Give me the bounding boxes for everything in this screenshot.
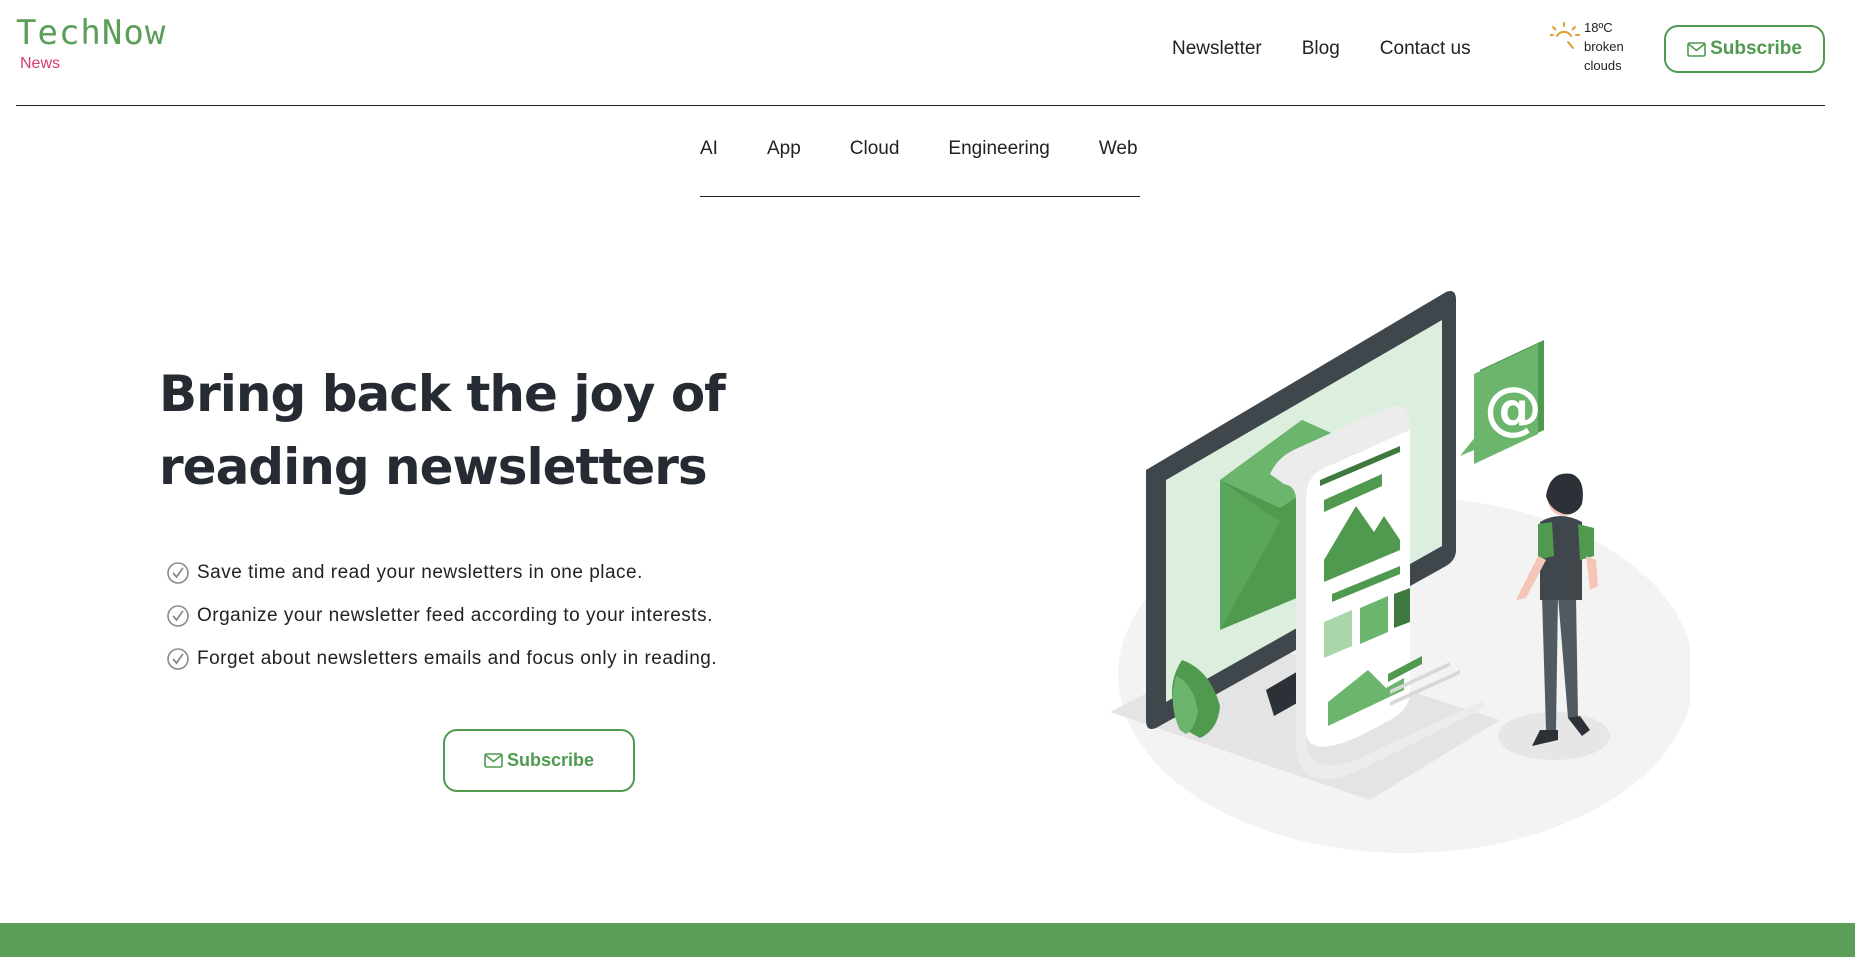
hero-subscribe-button[interactable]: Subscribe — [443, 729, 635, 792]
check-circle-icon — [167, 647, 189, 670]
tab-app[interactable]: App — [767, 138, 801, 196]
main-nav: Newsletter Blog Contact us — [1172, 38, 1471, 60]
logo-name: TechNow — [16, 13, 167, 53]
site-header: TechNow News Newsletter Blog Contact us — [16, 0, 1825, 106]
logo[interactable]: TechNow News — [16, 16, 166, 73]
feature-item: Save time and read your newsletters in o… — [166, 551, 717, 594]
envelope-icon — [484, 753, 503, 768]
tab-web[interactable]: Web — [1099, 138, 1138, 196]
header-subscribe-label: Subscribe — [1710, 38, 1802, 59]
weather-desc-1: broken — [1584, 39, 1624, 54]
feature-text: Organize your newsletter feed according … — [197, 604, 713, 626]
page: TechNow News Newsletter Blog Contact us — [0, 0, 1855, 957]
tab-engineering[interactable]: Engineering — [948, 138, 1049, 196]
weather-temp: 18ºC — [1584, 20, 1613, 35]
check-circle-icon — [167, 604, 189, 627]
weather-desc-2: clouds — [1584, 58, 1622, 73]
header-subscribe-button[interactable]: Subscribe — [1664, 25, 1825, 73]
tab-ai[interactable]: AI — [700, 138, 718, 196]
check-circle-icon — [167, 561, 189, 584]
weather-widget: 18ºC broken clouds — [1550, 18, 1624, 75]
feature-text: Forget about newsletters emails and focu… — [197, 647, 718, 669]
nav-blog[interactable]: Blog — [1302, 38, 1340, 60]
nav-newsletter[interactable]: Newsletter — [1172, 38, 1262, 60]
envelope-icon — [1687, 41, 1706, 57]
hero-subscribe-label: Subscribe — [506, 750, 595, 770]
nav-contact[interactable]: Contact us — [1380, 38, 1471, 60]
newsletter-illustration: @ — [1110, 291, 1690, 853]
tab-cloud[interactable]: Cloud — [850, 138, 900, 196]
logo-sub: News — [20, 55, 61, 72]
feature-list: Save time and read your newsletters in o… — [166, 551, 717, 680]
svg-text:@: @ — [1484, 374, 1542, 442]
feature-text: Save time and read your newsletters in o… — [197, 561, 643, 583]
hero-title: Bring back the joy of reading newsletter… — [159, 365, 726, 496]
sun-icon — [1550, 22, 1580, 49]
category-tabs: AI App Cloud Engineering Web — [700, 138, 1140, 197]
footer-bar — [0, 923, 1855, 957]
feature-item: Forget about newsletters emails and focu… — [166, 637, 717, 680]
feature-item: Organize your newsletter feed according … — [166, 594, 717, 637]
